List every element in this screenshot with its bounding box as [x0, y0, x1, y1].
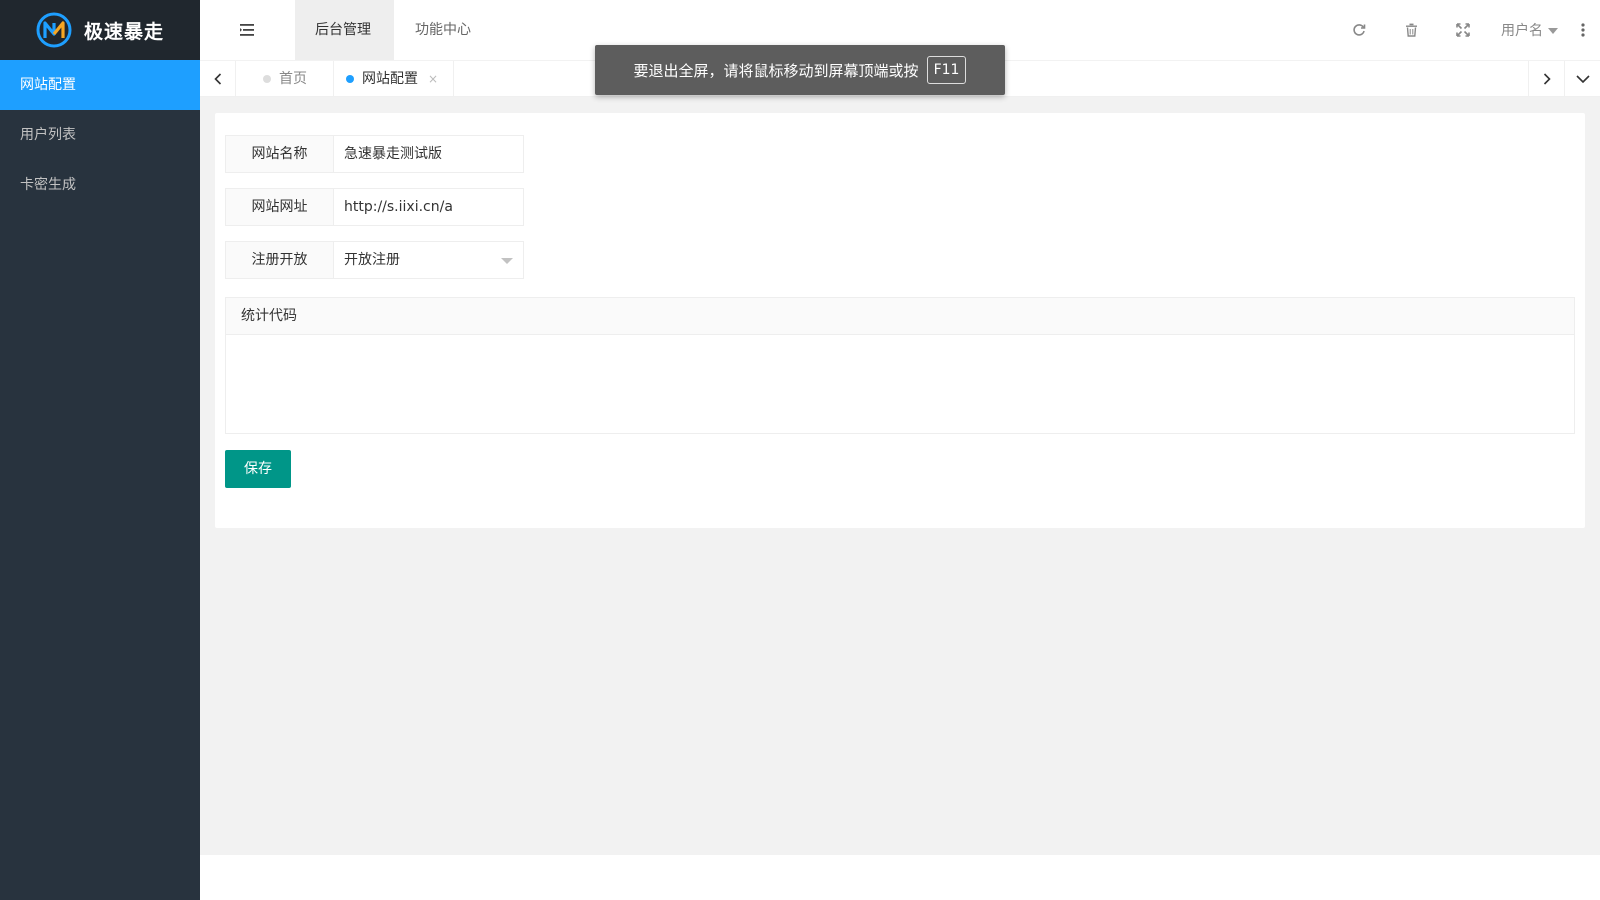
stats-code-label: 统计代码 — [226, 298, 1574, 335]
fullscreen-button[interactable] — [1437, 0, 1489, 60]
user-menu[interactable]: 用户名 — [1489, 0, 1566, 60]
site-name-label: 网站名称 — [225, 135, 334, 173]
brand-logo-icon — [36, 12, 72, 48]
site-url-label: 网站网址 — [225, 188, 334, 226]
chevron-right-icon — [1543, 73, 1551, 85]
site-name-input[interactable]: 急速暴走测试版 — [334, 135, 524, 173]
page-tab-label: 首页 — [279, 71, 307, 87]
chevron-down-icon — [1548, 28, 1558, 34]
fullscreen-exit-toast: 要退出全屏，请将鼠标移动到屏幕顶端或按 F11 — [595, 45, 1005, 95]
tabs-scroll-left[interactable] — [200, 61, 236, 97]
settings-card: 网站名称 急速暴走测试版 网站网址 http://s.iixi.cn/a 注册开… — [215, 113, 1585, 528]
site-url-input[interactable]: http://s.iixi.cn/a — [334, 188, 524, 226]
tab-dot-icon — [263, 75, 271, 83]
sidebar: 极速暴走 网站配置 用户列表 卡密生成 — [0, 0, 200, 900]
refresh-button[interactable] — [1333, 0, 1385, 60]
header-actions: 用户名 — [1333, 0, 1600, 60]
register-select[interactable]: 开放注册 — [334, 241, 524, 279]
register-label: 注册开放 — [225, 241, 334, 279]
user-name: 用户名 — [1501, 23, 1543, 39]
stats-code-textarea[interactable] — [226, 335, 1574, 433]
more-icon — [1581, 23, 1585, 37]
register-select-value: 开放注册 — [344, 252, 400, 268]
tabs-scroll-right[interactable] — [1528, 61, 1564, 97]
tab-backend-management[interactable]: 后台管理 — [295, 0, 394, 60]
clear-cache-button[interactable] — [1385, 0, 1437, 60]
tabs-dropdown[interactable] — [1564, 61, 1600, 97]
brand-logo[interactable]: 极速暴走 — [0, 0, 200, 60]
footer — [200, 855, 1600, 900]
trash-icon — [1405, 23, 1417, 37]
stats-code-field: 统计代码 — [225, 297, 1575, 434]
brand-name: 极速暴走 — [84, 20, 165, 43]
select-caret-icon — [501, 258, 513, 264]
more-button[interactable] — [1566, 0, 1600, 60]
sidebar-item-card-generate[interactable]: 卡密生成 — [0, 160, 200, 210]
toast-message: 要退出全屏，请将鼠标移动到屏幕顶端或按 — [633, 61, 919, 80]
refresh-icon — [1353, 24, 1366, 36]
main-content: 网站名称 急速暴走测试版 网站网址 http://s.iixi.cn/a 注册开… — [200, 97, 1600, 855]
chevron-left-icon — [213, 73, 221, 85]
chevron-down-icon — [1575, 75, 1590, 83]
sidebar-item-site-config[interactable]: 网站配置 — [0, 60, 200, 110]
form-row-register: 注册开放 开放注册 — [225, 241, 524, 279]
form-row-site-name: 网站名称 急速暴走测试版 — [225, 135, 524, 173]
menu-toggle-icon[interactable] — [238, 20, 256, 40]
page-tab-home[interactable]: 首页 — [237, 61, 334, 97]
save-button[interactable]: 保存 — [225, 450, 291, 488]
page-tab-label: 网站配置 — [362, 71, 418, 87]
form-row-site-url: 网站网址 http://s.iixi.cn/a — [225, 188, 524, 226]
fullscreen-icon — [1456, 23, 1470, 37]
tab-active-dot-icon — [346, 75, 354, 83]
page-tab-site-config[interactable]: 网站配置 × — [331, 61, 455, 97]
close-icon[interactable]: × — [428, 61, 438, 97]
toast-key: F11 — [926, 56, 967, 84]
sidebar-item-user-list[interactable]: 用户列表 — [0, 110, 200, 160]
tab-function-center[interactable]: 功能中心 — [395, 0, 491, 60]
